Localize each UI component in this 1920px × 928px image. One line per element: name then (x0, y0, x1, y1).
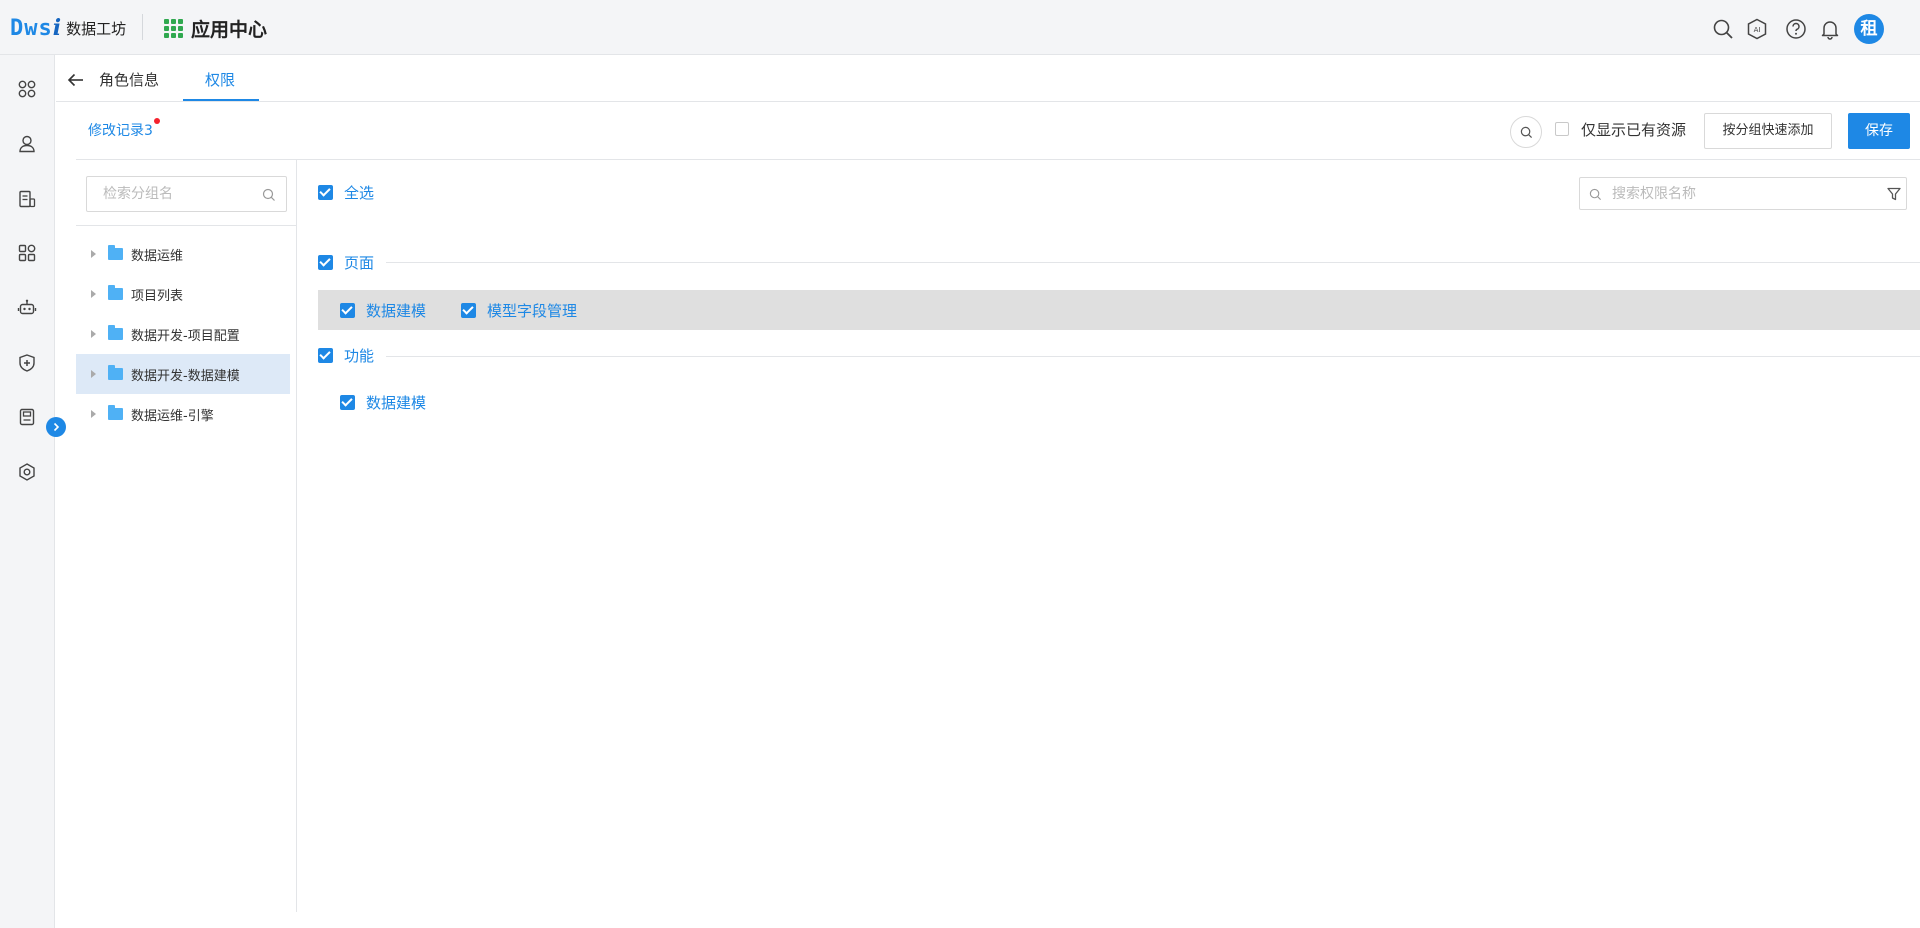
divider (142, 14, 143, 40)
folder-icon (108, 325, 123, 340)
active-tab-indicator (183, 99, 259, 101)
quick-add-by-group-button[interactable]: 按分组快速添加 (1704, 113, 1832, 149)
permission-checkbox[interactable] (461, 303, 476, 318)
permission-label[interactable]: 数据建模 (366, 300, 426, 321)
clipboard-icon[interactable] (17, 407, 37, 427)
only-existing-checkbox[interactable] (1555, 122, 1569, 136)
expand-caret-icon[interactable] (91, 330, 96, 338)
tab-bar: 角色信息 权限 (56, 55, 1920, 102)
tab-role-info[interactable]: 角色信息 (99, 69, 159, 90)
section-title: 功能 (344, 347, 375, 365)
user-icon[interactable] (17, 134, 37, 154)
top-bar: Dwsi 数据工坊 应用中心 AI 租 (0, 0, 1920, 55)
shield-icon[interactable] (17, 353, 37, 373)
change-history-link[interactable]: 修改记录3 (88, 120, 153, 140)
search-button[interactable] (1510, 116, 1542, 148)
app-grid-icon (164, 19, 183, 38)
permission-search-box (1579, 177, 1907, 210)
tree-item-selected[interactable]: 数据开发-数据建模 (76, 354, 290, 394)
left-rail (0, 55, 55, 928)
permission-label[interactable]: 数据建模 (366, 392, 426, 413)
search-icon[interactable] (1712, 18, 1734, 40)
app-center-button[interactable]: 应用中心 (164, 15, 267, 42)
robot-icon[interactable] (17, 298, 37, 318)
help-icon[interactable] (1785, 18, 1807, 40)
permission-toolbar: 修改记录3 仅显示已有资源 按分组快速添加 保存 (76, 102, 1920, 160)
tree-item-label: 数据运维 (131, 248, 184, 264)
group-tree-panel: 数据运维 项目列表 数据开发-项目配置 数据开发-数据建模 数据运维-引擎 (76, 160, 297, 912)
folder-icon (108, 365, 123, 380)
tree-item-label: 数据开发-项目配置 (131, 328, 240, 344)
section-divider (386, 262, 1920, 263)
app-center-label: 应用中心 (191, 19, 268, 41)
tab-permissions[interactable]: 权限 (205, 69, 235, 90)
search-icon[interactable] (262, 188, 276, 202)
settings-icon[interactable] (17, 462, 37, 482)
ai-icon[interactable]: AI (1746, 18, 1768, 40)
folder-icon (108, 405, 123, 420)
app-logo[interactable]: Dwsi 数据工坊 (10, 14, 126, 42)
select-all-label[interactable]: 全选 (344, 182, 374, 203)
permission-label[interactable]: 模型字段管理 (487, 300, 577, 321)
tree-item-label: 项目列表 (131, 288, 184, 304)
tree-item[interactable]: 数据运维-引擎 (76, 394, 290, 434)
tree-item-label: 数据运维-引擎 (131, 408, 214, 424)
folder-icon (108, 245, 123, 260)
section-checkbox[interactable] (318, 348, 333, 363)
svg-text:AI: AI (1754, 26, 1761, 34)
group-tree: 数据运维 项目列表 数据开发-项目配置 数据开发-数据建模 数据运维-引擎 (76, 234, 290, 434)
modules-icon[interactable] (17, 243, 37, 263)
expand-caret-icon[interactable] (91, 370, 96, 378)
section-divider (386, 356, 1920, 357)
notification-dot (154, 118, 160, 124)
tree-item[interactable]: 数据开发-项目配置 (76, 314, 290, 354)
apps-icon[interactable] (17, 79, 37, 99)
section-title: 页面 (344, 254, 375, 272)
section-checkbox[interactable] (318, 255, 333, 270)
expand-caret-icon[interactable] (91, 410, 96, 418)
tree-item-label: 数据开发-数据建模 (131, 368, 240, 384)
select-all-checkbox[interactable] (318, 185, 333, 200)
tree-item[interactable]: 数据运维 (76, 234, 290, 274)
divider (76, 225, 297, 226)
permissions-panel: 全选 页面 数据建模 模型字段管理 功能 数据建模 (298, 160, 1920, 912)
group-search-input[interactable] (87, 177, 247, 211)
group-search-box (86, 176, 287, 212)
bell-icon[interactable] (1819, 18, 1841, 40)
document-icon[interactable] (17, 189, 37, 209)
search-icon (1520, 126, 1532, 138)
tree-item[interactable]: 项目列表 (76, 274, 290, 314)
expand-caret-icon[interactable] (91, 250, 96, 258)
permission-checkbox[interactable] (340, 303, 355, 318)
permission-search-input[interactable] (1580, 178, 1840, 209)
search-icon (1589, 188, 1602, 201)
expand-caret-icon[interactable] (91, 290, 96, 298)
save-button[interactable]: 保存 (1848, 113, 1910, 149)
chevron-right-icon (53, 422, 60, 432)
only-existing-label[interactable]: 仅显示已有资源 (1581, 119, 1686, 140)
logo-mark: Dwsi (10, 15, 63, 41)
logo-text: 数据工坊 (66, 19, 127, 38)
back-arrow-icon[interactable] (66, 70, 86, 90)
permission-checkbox[interactable] (340, 395, 355, 410)
rail-expand-button[interactable] (46, 417, 66, 437)
filter-icon[interactable] (1886, 186, 1902, 202)
folder-icon (108, 285, 123, 300)
avatar[interactable]: 租 (1854, 14, 1884, 44)
